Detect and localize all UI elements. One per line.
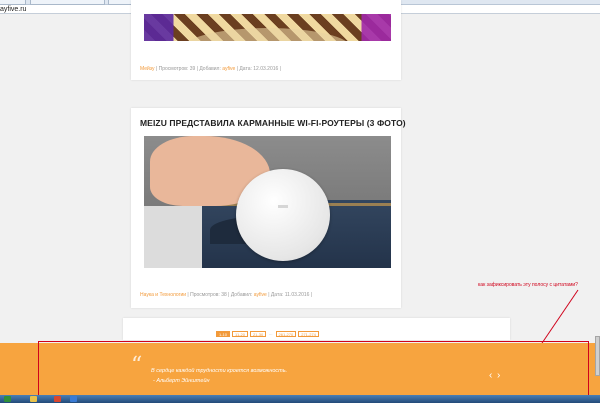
browser-icon[interactable] bbox=[54, 396, 61, 402]
article-meta: Мейзу | Просмотров: 39 | Добавил: ayfive… bbox=[140, 66, 281, 72]
os-taskbar bbox=[0, 395, 600, 403]
pagination-container: 1-10 11-20 21-30 ... 261-270 271-274 bbox=[123, 318, 510, 340]
article-image[interactable] bbox=[144, 14, 391, 41]
article-title[interactable]: MEIZU ПРЕДСТАВИЛА КАРМАННЫЕ WI-FI-РОУТЕР… bbox=[140, 118, 406, 128]
page-link-current[interactable]: 1-10 bbox=[216, 331, 231, 337]
pagination-ellipsis: ... bbox=[268, 331, 274, 337]
article-date: 11.03.2016 bbox=[284, 292, 310, 298]
article-image[interactable] bbox=[144, 136, 391, 268]
page-link[interactable]: 21-30 bbox=[249, 331, 267, 337]
app-icon[interactable] bbox=[70, 396, 77, 402]
article-date: 12.03.2016 bbox=[253, 66, 279, 72]
page-link[interactable]: 271-274 bbox=[298, 331, 319, 337]
address-url: ayfive.ru bbox=[0, 6, 27, 13]
start-icon[interactable] bbox=[4, 396, 11, 402]
pagination: 1-10 11-20 21-30 ... 261-270 271-274 bbox=[216, 331, 319, 337]
views-count: 39 bbox=[189, 66, 196, 72]
folder-icon[interactable] bbox=[30, 396, 37, 402]
category-link[interactable]: Мейзу bbox=[140, 66, 155, 72]
author-link[interactable]: ayfive bbox=[254, 292, 267, 298]
annotation-text: как зафиксировать эту полосу с цитатами? bbox=[478, 282, 578, 288]
category-link[interactable]: Наука и Технологии bbox=[140, 292, 186, 298]
author-link[interactable]: ayfive bbox=[222, 66, 235, 72]
page-link[interactable]: 261-270 bbox=[275, 331, 297, 337]
annotation-highlight-box bbox=[38, 341, 589, 396]
views-count: 38 bbox=[221, 292, 227, 298]
article-card: MEIZU ПРЕДСТАВИЛА КАРМАННЫЕ WI-FI-РОУТЕР… bbox=[131, 108, 406, 308]
article-meta: Наука и Технологии | Просмотров: 38 | До… bbox=[140, 292, 313, 298]
article-card: Мейзу | Просмотров: 39 | Добавил: ayfive… bbox=[131, 0, 401, 80]
page-link[interactable]: 11-20 bbox=[232, 331, 248, 337]
scrollbar-thumb[interactable] bbox=[595, 336, 600, 376]
